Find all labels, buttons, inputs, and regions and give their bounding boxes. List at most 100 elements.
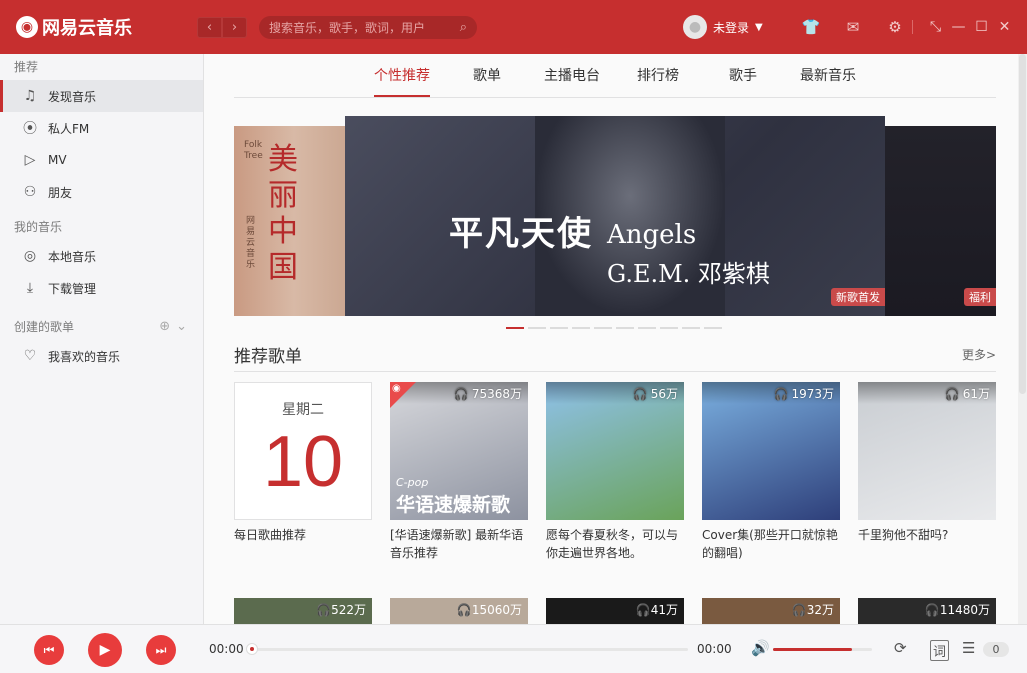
sidebar-item-label: 本地音乐 bbox=[48, 249, 97, 264]
avatar[interactable]: ● bbox=[683, 15, 707, 39]
tab-bar: 个性推荐 歌单 主播电台 排行榜 歌手 最新音乐 bbox=[234, 54, 996, 98]
volume-slider[interactable] bbox=[773, 648, 872, 651]
sidebar-item-liked[interactable]: ♡ 我喜欢的音乐 bbox=[0, 340, 203, 372]
banner-prev-slide[interactable]: Folk Tree 美丽中国 网易云音乐 bbox=[234, 126, 354, 316]
banner-current-slide[interactable]: 平凡天使 Angels G.E.M. 邓紫棋 新歌首发 bbox=[345, 116, 885, 316]
daily-recommend-card[interactable]: 星期二 10 每日歌曲推荐 bbox=[234, 382, 372, 544]
player-bar: ⏮ ▶ ⏭ 00:00 00:00 🔊 ⟳ 词 ☰ 0 bbox=[0, 624, 1027, 673]
settings-icon[interactable]: ⚙ bbox=[874, 17, 916, 37]
daily-day: 10 bbox=[262, 422, 344, 502]
play-count-value: 1973万 bbox=[791, 387, 834, 401]
heart-icon: ♡ bbox=[23, 348, 37, 364]
volume-icon[interactable]: 🔊 bbox=[751, 639, 770, 657]
playlist-card[interactable]: 🎧 61万 千里狗他不甜吗? bbox=[858, 382, 996, 544]
progress-knob[interactable] bbox=[246, 643, 258, 655]
carousel-dot[interactable] bbox=[616, 327, 634, 329]
carousel-dot[interactable] bbox=[594, 327, 612, 329]
playlist-card-row2[interactable]: 🎧11480万 bbox=[858, 598, 996, 624]
playlist-cover[interactable]: ◉ 🎧 75368万 C-pop 华语速爆新歌 bbox=[390, 382, 528, 520]
carousel-dot[interactable] bbox=[572, 327, 590, 329]
carousel-dot[interactable] bbox=[660, 327, 678, 329]
lyric-button[interactable]: 词 bbox=[930, 640, 950, 661]
user-menu[interactable]: ● 未登录 ▼ bbox=[683, 15, 763, 39]
playlist-actions: ⊕ ⌄ bbox=[159, 314, 187, 340]
playlist-card-row2[interactable]: 🎧522万 bbox=[234, 598, 372, 624]
sidebar-item-friends[interactable]: ⚇ 朋友 bbox=[0, 176, 203, 208]
maximize-icon[interactable]: ☐ bbox=[970, 17, 993, 37]
banner-next-slide[interactable]: 福利 bbox=[874, 126, 996, 316]
playlist-card[interactable]: ◉ 🎧 75368万 C-pop 华语速爆新歌 [华语速爆新歌] 最新华语音乐推荐 bbox=[390, 382, 528, 562]
sidebar-item-label: 下载管理 bbox=[48, 281, 97, 296]
tab-radio[interactable]: 主播电台 bbox=[544, 65, 600, 97]
playlist-queue-icon[interactable]: ☰ bbox=[962, 639, 975, 657]
banner-center-tag: 新歌首发 bbox=[831, 288, 885, 306]
playlist-card-row2[interactable]: 🎧32万 bbox=[702, 598, 840, 624]
sidebar-item-mv[interactable]: ▷ MV bbox=[0, 144, 203, 176]
play-button[interactable]: ▶ bbox=[88, 633, 122, 667]
prev-track-button[interactable]: ⏮ bbox=[34, 635, 64, 665]
carousel-dot[interactable] bbox=[704, 327, 722, 329]
tab-artists[interactable]: 歌手 bbox=[729, 65, 757, 97]
playlist-card[interactable]: 🎧 56万 愿每个春夏秋冬，可以与你走遍世界各地。 bbox=[546, 382, 684, 562]
carousel-dot[interactable] bbox=[638, 327, 656, 329]
search-icon[interactable]: ⌕ bbox=[460, 20, 467, 35]
chevron-down-icon[interactable]: ▼ bbox=[755, 22, 763, 33]
banner-left-brand: Folk Tree bbox=[244, 140, 263, 161]
playlist-card-row2[interactable]: 🎧41万 bbox=[546, 598, 684, 624]
minimize-icon[interactable]: — bbox=[947, 17, 970, 37]
play-count: 🎧 61万 bbox=[945, 385, 990, 402]
next-track-button[interactable]: ⏭ bbox=[146, 635, 176, 665]
sidebar-item-label: MV bbox=[48, 153, 67, 167]
repeat-icon[interactable]: ⟳ bbox=[894, 639, 907, 657]
playlist-title[interactable]: [华语速爆新歌] 最新华语音乐推荐 bbox=[390, 526, 528, 562]
more-link[interactable]: 更多> bbox=[962, 346, 996, 363]
tab-new-music[interactable]: 最新音乐 bbox=[800, 65, 856, 97]
carousel-dot[interactable] bbox=[682, 327, 700, 329]
skin-icon[interactable]: 👕 bbox=[790, 17, 832, 37]
play-count: 🎧32万 bbox=[792, 601, 834, 618]
carousel-dot[interactable] bbox=[550, 327, 568, 329]
add-playlist-icon[interactable]: ⊕ bbox=[159, 314, 170, 340]
mini-mode-icon[interactable]: ⤡ bbox=[924, 17, 947, 37]
music-note-icon: ♫ bbox=[23, 88, 37, 104]
play-count: 🎧41万 bbox=[636, 601, 678, 618]
window-divider bbox=[912, 20, 913, 34]
sidebar-item-fm[interactable]: ⦿ 私人FM bbox=[0, 112, 203, 144]
playlist-cover[interactable]: 🎧 1973万 bbox=[702, 382, 840, 520]
playlist-title[interactable]: Cover集(那些开口就惊艳的翻唱) bbox=[702, 526, 840, 562]
sidebar-item-local[interactable]: ◎ 本地音乐 bbox=[0, 240, 203, 272]
tab-recommend[interactable]: 个性推荐 bbox=[374, 65, 430, 97]
daily-title[interactable]: 每日歌曲推荐 bbox=[234, 526, 372, 544]
headphones-icon: 🎧 bbox=[456, 603, 472, 617]
carousel-dot[interactable] bbox=[528, 327, 546, 329]
search-input[interactable] bbox=[269, 20, 460, 35]
sidebar-item-downloads[interactable]: ⤓ 下载管理 bbox=[0, 272, 203, 304]
close-icon[interactable]: ✕ bbox=[993, 17, 1016, 37]
tab-charts[interactable]: 排行榜 bbox=[637, 65, 679, 97]
playlist-cover[interactable]: 🎧 61万 bbox=[858, 382, 996, 520]
main-scrollbar[interactable] bbox=[1018, 54, 1027, 624]
play-count-value: 41万 bbox=[650, 603, 678, 617]
sidebar: 推荐 ♫ 发现音乐 ⦿ 私人FM ▷ MV ⚇ 朋友 我的音乐 ◎ 本地音乐 ⤓… bbox=[0, 54, 204, 624]
playlist-card-row2[interactable]: 🎧15060万 bbox=[390, 598, 528, 624]
back-button[interactable]: ‹ bbox=[197, 17, 222, 38]
play-count: 🎧 75368万 bbox=[454, 385, 522, 402]
daily-cover[interactable]: 星期二 10 bbox=[234, 382, 372, 520]
carousel-dot[interactable] bbox=[506, 327, 524, 329]
headphones-icon: 🎧 bbox=[316, 603, 332, 617]
progress-bar[interactable] bbox=[247, 648, 688, 651]
playlist-card[interactable]: 🎧 1973万 Cover集(那些开口就惊艳的翻唱) bbox=[702, 382, 840, 562]
playlist-cover[interactable]: 🎧 56万 bbox=[546, 382, 684, 520]
tab-playlists[interactable]: 歌单 bbox=[473, 65, 501, 97]
scrollbar-thumb[interactable] bbox=[1019, 54, 1026, 394]
window-controls: ⤡ — ☐ ✕ bbox=[924, 17, 1016, 37]
sidebar-item-discover[interactable]: ♫ 发现音乐 bbox=[0, 80, 203, 112]
playlist-title[interactable]: 愿每个春夏秋冬，可以与你走遍世界各地。 bbox=[546, 526, 684, 562]
forward-button[interactable]: › bbox=[222, 17, 247, 38]
mail-icon[interactable]: ✉ bbox=[832, 17, 874, 37]
app-logo[interactable]: ◉ 网易云音乐 bbox=[16, 14, 132, 40]
chevron-down-icon[interactable]: ⌄ bbox=[176, 314, 187, 340]
playlist-title[interactable]: 千里狗他不甜吗? bbox=[858, 526, 996, 544]
user-name[interactable]: 未登录 bbox=[713, 19, 749, 36]
section-title: 推荐歌单 bbox=[234, 347, 302, 367]
